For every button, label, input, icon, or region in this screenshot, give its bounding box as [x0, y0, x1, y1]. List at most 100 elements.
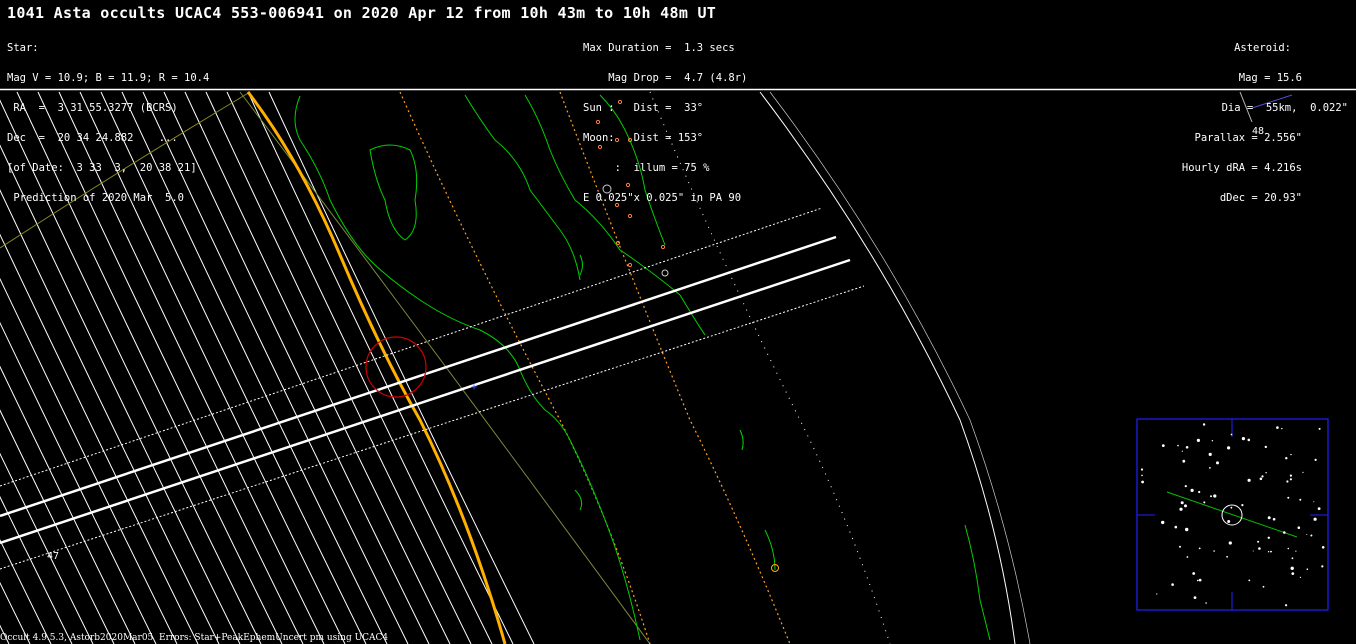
finder-star — [1313, 501, 1315, 503]
finder-star — [1227, 446, 1231, 450]
finder-star — [1202, 423, 1206, 426]
finder-star — [1179, 507, 1183, 511]
asteroid-info: Asteroid: Mag = 15.6 Dia = 55km, 0.022" … — [1128, 23, 1348, 213]
star-ra: RA = 3 31 55.3277 (BCRS) — [7, 102, 178, 114]
longitude-line — [268, 91, 535, 644]
finder-star — [1267, 536, 1271, 539]
finder-star — [1186, 556, 1189, 558]
asteroid-ddec: dDec = 20.93" — [1219, 192, 1302, 204]
finder-star — [1193, 596, 1197, 599]
finder-star — [1184, 504, 1187, 508]
finder-star — [1161, 520, 1165, 525]
finder-star — [1272, 517, 1276, 521]
path-error-limit-north — [0, 207, 823, 487]
finder-star — [1267, 551, 1270, 553]
finder-star — [1184, 485, 1187, 488]
finder-star — [1306, 534, 1308, 535]
center-marker: + — [471, 382, 477, 393]
asteroid-heading: Asteroid: — [1234, 42, 1291, 54]
asteroid-mag: Mag = 15.6 — [1238, 72, 1302, 84]
latitude-label-47: 47 — [47, 551, 60, 562]
finder-star — [1287, 547, 1290, 550]
path-error-limit-south — [0, 285, 865, 570]
finder-star — [1161, 444, 1165, 447]
finder-star — [1213, 494, 1217, 498]
longitude-line — [247, 91, 514, 644]
finder-star — [1141, 474, 1143, 477]
sun-distance: Sun : Dist = 33° — [583, 102, 704, 114]
finder-star — [1185, 527, 1189, 532]
finder-star — [1241, 504, 1244, 507]
finder-star — [1281, 427, 1283, 430]
finder-star — [1196, 579, 1199, 582]
finder-star — [1267, 516, 1271, 520]
finder-star — [1289, 478, 1292, 481]
finder-star — [1177, 444, 1179, 447]
earth-limb-outer — [769, 91, 1031, 644]
finder-star — [1171, 583, 1174, 586]
finder-star — [1299, 576, 1301, 579]
earth-limb — [759, 91, 1016, 644]
finder-star — [1205, 602, 1207, 604]
finder-star — [1198, 578, 1202, 582]
finder-star — [1297, 526, 1301, 529]
finder-star — [1258, 547, 1261, 550]
finder-star — [1299, 498, 1302, 501]
finder-star — [1230, 433, 1233, 436]
asteroid-dia: Dia = 55km, 0.022" — [1221, 102, 1348, 114]
ellipse-info: E 0.025"x 0.025" in PA 90 — [583, 192, 742, 204]
finder-star — [1211, 440, 1214, 442]
finder-star — [1313, 517, 1317, 521]
longitude-line — [226, 91, 493, 644]
finder-star — [1141, 480, 1144, 484]
finder-star — [1291, 557, 1294, 560]
finder-star — [1270, 550, 1272, 553]
asteroid-parallax: Parallax = 2.556" — [1194, 132, 1302, 144]
max-duration: Max Duration = 1.3 secs — [583, 42, 735, 54]
moon-illum: : illum = 75 % — [583, 162, 710, 174]
finder-star — [1285, 457, 1288, 460]
finder-star — [1192, 572, 1196, 575]
software-footer: Occult 4.9.5.3, Astorb2020Mar05 Errors: … — [0, 633, 389, 643]
closest-approach-circle — [365, 336, 427, 398]
finder-star — [1283, 531, 1286, 534]
finder-star — [1262, 585, 1265, 588]
finder-star — [1291, 572, 1295, 575]
star-mag: Mag V = 10.9; B = 11.9; R = 10.4 — [7, 72, 210, 84]
longitude-line — [205, 91, 472, 644]
finder-star — [1306, 568, 1309, 570]
finder-star — [1227, 520, 1231, 523]
finder-star — [1317, 507, 1321, 510]
finder-star — [1198, 547, 1201, 550]
finder-star — [1180, 501, 1184, 505]
star-dec: Dec = 20 34 24.882 ... — [7, 132, 178, 144]
event-info: Max Duration = 1.3 secs Mag Drop = 4.7 (… — [583, 23, 747, 213]
finder-star — [1261, 475, 1264, 478]
finder-star — [1286, 480, 1289, 483]
finder-star — [1216, 461, 1219, 465]
page-title: 1041 Asta occults UCAC4 553-006941 on 20… — [7, 4, 717, 22]
site-marker — [661, 269, 669, 277]
finder-star — [1213, 550, 1215, 552]
finder-star — [1247, 438, 1251, 442]
latitude-label-48: 48 — [1252, 126, 1265, 137]
finder-star — [1185, 446, 1189, 449]
star-of-date: [of Date: 3 33 3, 20 38 21] — [7, 162, 197, 174]
star-info: Star: Mag V = 10.9; B = 11.9; R = 10.4 R… — [7, 23, 209, 213]
finder-star — [1321, 546, 1325, 549]
path-limit-south — [0, 258, 851, 545]
finder-star — [1208, 452, 1212, 456]
finder-star — [1289, 474, 1292, 477]
finder-star — [1174, 525, 1178, 529]
star-finder-chart — [1136, 418, 1329, 611]
finder-star — [1247, 478, 1251, 482]
occultation-path — [0, 207, 865, 570]
finder-star — [1290, 453, 1292, 456]
finder-star — [1198, 490, 1201, 494]
finder-star — [1182, 459, 1186, 463]
finder-star — [1190, 488, 1194, 492]
star-heading: Star: — [7, 42, 39, 54]
finder-star — [1140, 468, 1144, 471]
finder-star — [1228, 541, 1232, 545]
finder-star — [1196, 438, 1200, 442]
